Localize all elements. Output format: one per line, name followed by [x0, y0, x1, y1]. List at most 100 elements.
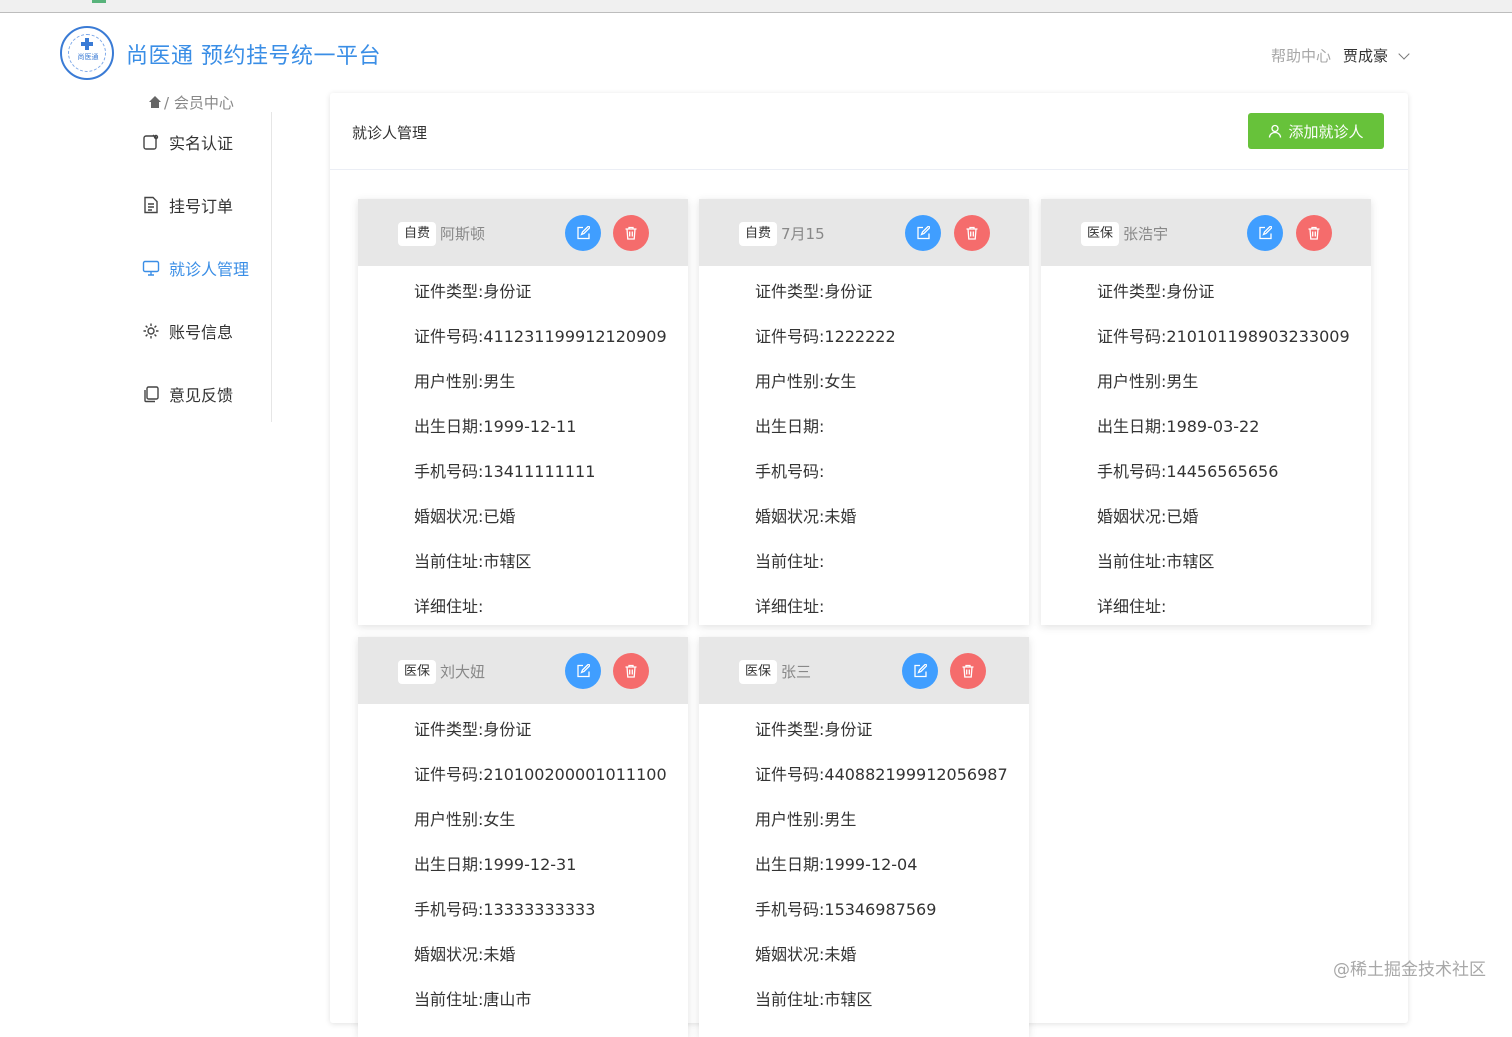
delete-button[interactable]: [613, 653, 649, 689]
sidebar-item-real-name[interactable]: 实名认证: [142, 130, 233, 154]
marital-field: 婚姻状况:已婚: [1097, 507, 1199, 526]
id-type-field: 证件类型:身份证: [1097, 282, 1215, 301]
birthdate-field: 出生日期:1989-03-22: [1097, 417, 1260, 436]
birthdate-field: 出生日期:1999-12-04: [755, 855, 918, 874]
phone-field: 手机号码:: [755, 462, 825, 481]
id-type-field: 证件类型:身份证: [755, 282, 873, 301]
edit-button[interactable]: [565, 215, 601, 251]
payment-type-badge: 自费: [739, 222, 778, 246]
home-icon[interactable]: [148, 95, 162, 110]
medical-cross-icon: [81, 38, 93, 50]
trash-icon: [625, 226, 637, 240]
birthdate-field: 出生日期:1999-12-31: [414, 855, 577, 874]
gender-field: 用户性别:女生: [755, 372, 857, 391]
edit-icon: [914, 664, 927, 678]
patient-name: 7月15: [781, 225, 825, 243]
detail-address-field: 详细住址:: [414, 597, 484, 616]
document-icon: [144, 196, 158, 214]
patient-card: 自费 阿斯顿 证件类型:身份证 证件号码:411231199912120909 …: [358, 199, 688, 625]
marital-field: 婚姻状况:未婚: [414, 945, 516, 964]
site-header: 尚医通 尚医通 预约挂号统一平台 帮助中心 贾成豪: [0, 14, 1512, 94]
edit-button[interactable]: [902, 653, 938, 689]
current-address-field: 当前住址:市辖区: [755, 990, 873, 1009]
edit-icon: [917, 226, 930, 240]
trash-icon: [625, 664, 637, 678]
panel-header: 就诊人管理 添加就诊人: [330, 93, 1408, 170]
gear-icon: [143, 323, 159, 339]
edit-button[interactable]: [1247, 215, 1283, 251]
delete-button[interactable]: [954, 215, 990, 251]
marital-field: 婚姻状况:未婚: [755, 945, 857, 964]
edit-icon: [577, 226, 590, 240]
help-center-link[interactable]: 帮助中心: [1271, 45, 1331, 66]
id-type-field: 证件类型:身份证: [755, 720, 873, 739]
copy-icon: [144, 386, 159, 403]
current-address-field: 当前住址:唐山市: [414, 990, 532, 1009]
brand-title[interactable]: 尚医通 预约挂号统一平台: [126, 38, 381, 70]
sidebar-item-orders[interactable]: 挂号订单: [142, 193, 233, 217]
card-header: 自费 7月15: [699, 199, 1029, 266]
trash-icon: [962, 664, 974, 678]
edit-icon: [1259, 226, 1272, 240]
gender-field: 用户性别:男生: [1097, 372, 1199, 391]
card-header: 医保 张三: [699, 637, 1029, 704]
card-header: 医保 刘大妞: [358, 637, 688, 704]
payment-type-badge: 医保: [398, 660, 437, 684]
sidebar-item-label: 实名认证: [169, 134, 234, 153]
patient-name: 张三: [781, 663, 812, 681]
id-number-field: 证件号码:1222222: [755, 327, 896, 346]
patient-card: 医保 刘大妞 证件类型:身份证 证件号码:210100200001011100 …: [358, 637, 688, 1037]
page-title: 就诊人管理: [352, 124, 428, 142]
current-address-field: 当前住址:: [755, 552, 825, 571]
phone-field: 手机号码:13333333333: [414, 900, 596, 919]
site-logo[interactable]: 尚医通: [60, 26, 114, 80]
delete-button[interactable]: [1296, 215, 1332, 251]
id-card-icon: [143, 134, 159, 150]
delete-button[interactable]: [613, 215, 649, 251]
payment-type-badge: 医保: [739, 660, 778, 684]
sidebar: 实名认证 挂号订单 就诊人管理 账号信息 意见反馈: [130, 112, 272, 422]
card-header: 医保 张浩宇: [1041, 199, 1371, 266]
id-type-field: 证件类型:身份证: [414, 282, 532, 301]
trash-icon: [1308, 226, 1320, 240]
breadcrumb: / 会员中心: [148, 92, 234, 113]
payment-type-badge: 自费: [398, 222, 437, 246]
delete-button[interactable]: [950, 653, 986, 689]
user-name[interactable]: 贾成豪: [1343, 45, 1388, 66]
edit-icon: [577, 664, 590, 678]
phone-field: 手机号码:13411111111: [414, 462, 596, 481]
id-type-field: 证件类型:身份证: [414, 720, 532, 739]
id-number-field: 证件号码:210101198903233009: [1097, 327, 1350, 346]
sidebar-item-label: 意见反馈: [169, 386, 234, 405]
patient-name: 刘大妞: [440, 663, 486, 681]
edit-button[interactable]: [905, 215, 941, 251]
gender-field: 用户性别:男生: [414, 372, 516, 391]
edit-button[interactable]: [565, 653, 601, 689]
current-address-field: 当前住址:市辖区: [414, 552, 532, 571]
watermark: @稀土掘金技术社区: [1333, 960, 1486, 980]
sidebar-item-patients[interactable]: 就诊人管理: [142, 256, 249, 280]
patient-card: 医保 张浩宇 证件类型:身份证 证件号码:210101198903233009 …: [1041, 199, 1371, 625]
birthdate-field: 出生日期:: [755, 417, 825, 436]
sidebar-item-feedback[interactable]: 意见反馈: [142, 382, 233, 406]
id-number-field: 证件号码:440882199912056987: [755, 765, 1008, 784]
breadcrumb-label[interactable]: / 会员中心: [164, 92, 234, 113]
patient-panel: 就诊人管理 添加就诊人 自费 阿斯顿 证件类型:身份证 证件号码:4112311…: [330, 93, 1408, 1037]
sidebar-item-label: 挂号订单: [169, 197, 234, 216]
add-patient-button[interactable]: 添加就诊人: [1248, 113, 1384, 149]
id-number-field: 证件号码:411231199912120909: [414, 327, 667, 346]
trash-icon: [966, 226, 978, 240]
phone-field: 手机号码:15346987569: [755, 900, 937, 919]
card-header: 自费 阿斯顿: [358, 199, 688, 266]
sidebar-item-label: 就诊人管理: [169, 260, 250, 279]
sidebar-item-label: 账号信息: [169, 323, 234, 342]
detail-address-field: 详细住址:: [1097, 597, 1167, 616]
tab-indicator: [92, 0, 106, 3]
sidebar-item-account[interactable]: 账号信息: [142, 319, 233, 343]
chevron-down-icon[interactable]: [1398, 47, 1410, 60]
gender-field: 用户性别:男生: [755, 810, 857, 829]
gender-field: 用户性别:女生: [414, 810, 516, 829]
payment-type-badge: 医保: [1081, 222, 1120, 246]
add-patient-label: 添加就诊人: [1288, 122, 1364, 141]
marital-field: 婚姻状况:已婚: [414, 507, 516, 526]
